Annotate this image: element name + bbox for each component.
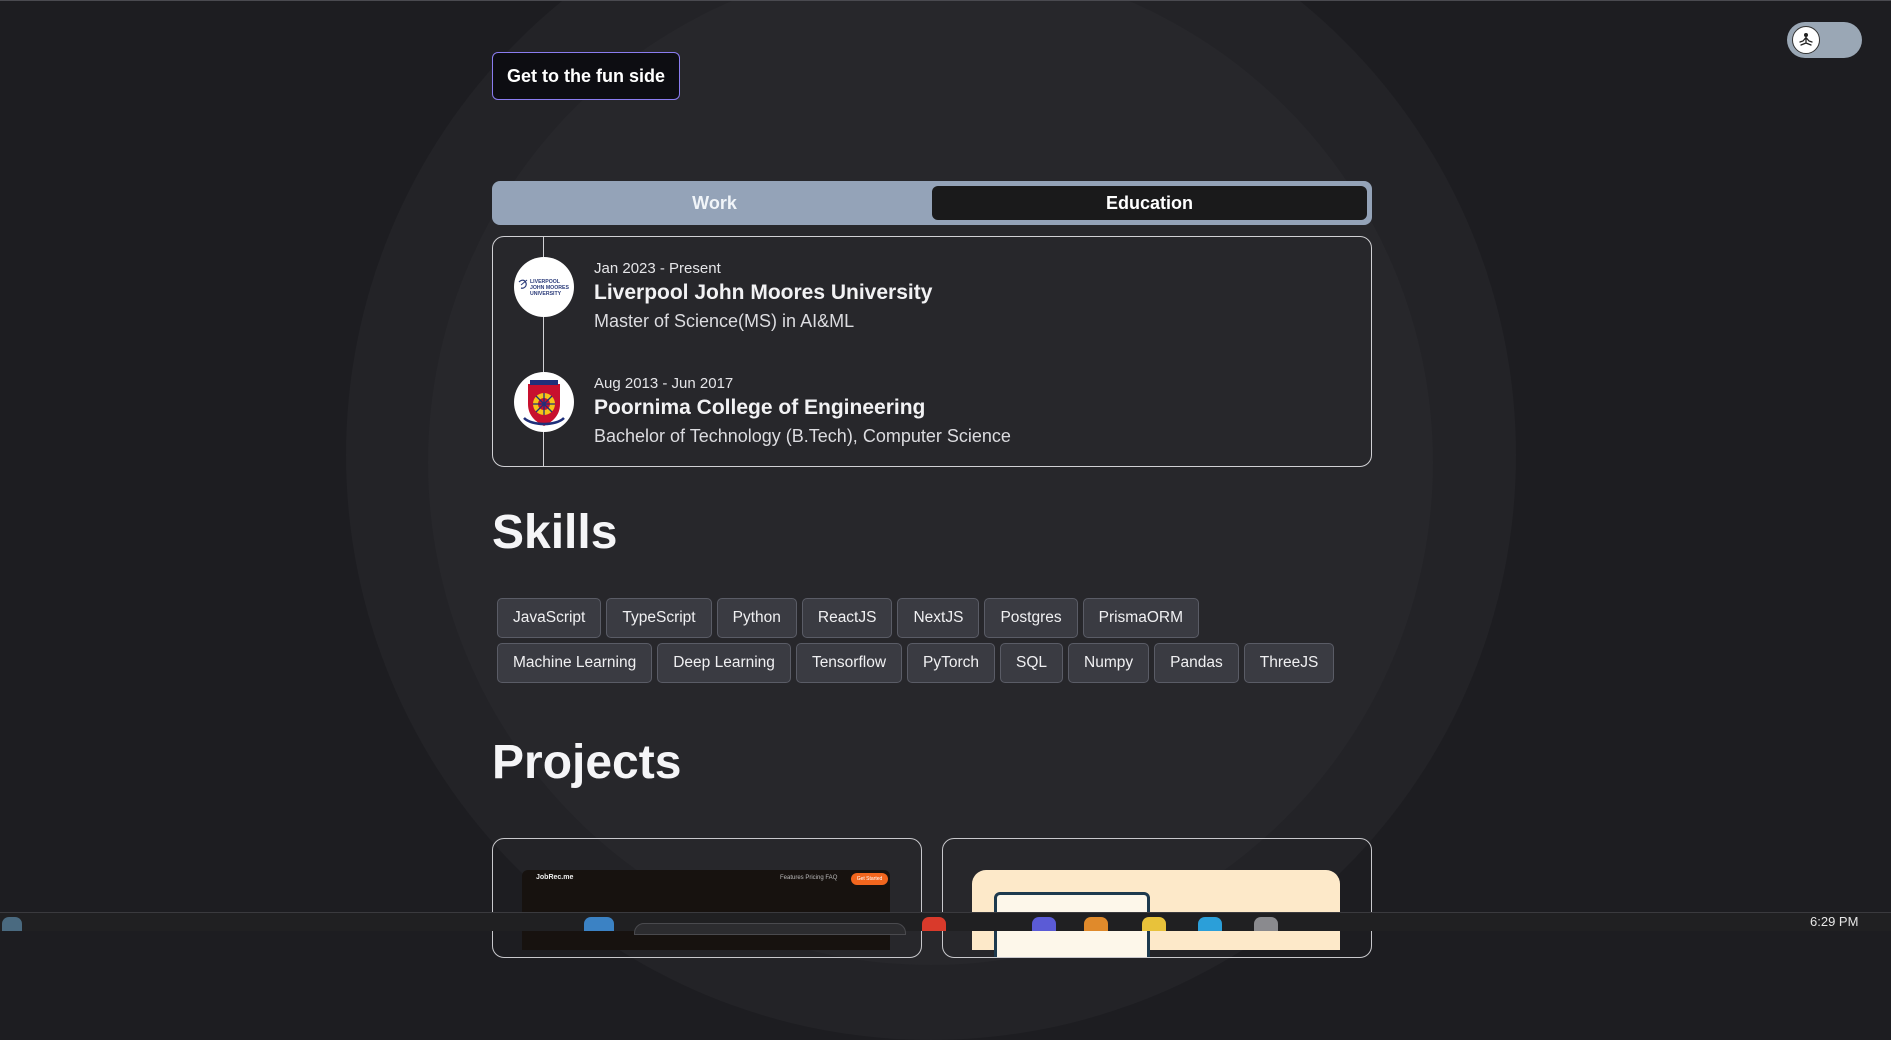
poornima-logo	[514, 372, 574, 432]
thumbnail-nav-links: Features Pricing FAQ	[780, 875, 838, 881]
app-icon[interactable]	[1084, 917, 1108, 931]
education-timeline: LIVERPOOL JOHN MOORES UNIVERSITY Jan 202…	[492, 236, 1372, 467]
ljmu-logo-text-3: UNIVERSITY	[530, 291, 562, 297]
education-entry: Aug 2013 - Jun 2017 Poornima College of …	[493, 372, 1353, 462]
skill-chip: Deep Learning	[657, 643, 791, 683]
app-icon[interactable]	[922, 917, 946, 931]
skill-chip: PyTorch	[907, 643, 996, 683]
tab-education[interactable]: Education	[932, 186, 1367, 220]
thumbnail-brand: JobRec.me	[536, 874, 574, 881]
skills-heading: Skills	[492, 506, 618, 559]
entry-school: Liverpool John Moores University	[594, 281, 933, 304]
project-thumbnail	[972, 870, 1340, 957]
entry-degree: Master of Science(MS) in AI&ML	[594, 311, 855, 331]
entry-school: Poornima College of Engineering	[594, 396, 926, 419]
thumbnail-cta: Get Started	[851, 873, 888, 885]
app-icon[interactable]	[1254, 917, 1278, 931]
entry-date: Jan 2023 - Present	[594, 260, 721, 277]
projects-heading: Projects	[492, 736, 682, 789]
skill-chip: Pandas	[1154, 643, 1239, 683]
skill-chip: NextJS	[897, 598, 980, 638]
os-taskbar: 6:29 PM	[0, 912, 1891, 935]
tab-work[interactable]: Work	[497, 186, 932, 220]
entry-degree: Bachelor of Technology (B.Tech), Compute…	[594, 426, 1011, 446]
skill-chip: ThreeJS	[1243, 643, 1335, 683]
experience-tabs: Work Education	[492, 181, 1372, 225]
skill-chip: JavaScript	[497, 598, 602, 638]
project-thumbnail: JobRec.me Features Pricing FAQ Get Start…	[522, 870, 890, 950]
background-circle-inner	[428, 0, 1433, 965]
meditation-icon	[1792, 26, 1820, 54]
skill-chip: PrismaORM	[1082, 598, 1199, 638]
skill-chip: Tensorflow	[795, 643, 903, 683]
widgets-icon[interactable]	[2, 917, 22, 931]
taskbar-clock: 6:29 PM	[1810, 914, 1859, 929]
skill-chip: Numpy	[1068, 643, 1150, 683]
skills-list: JavaScript TypeScript Python ReactJS Nex…	[497, 598, 1357, 683]
skill-chip: TypeScript	[606, 598, 712, 638]
skill-chip: ReactJS	[801, 598, 893, 638]
taskbar-search[interactable]	[634, 923, 906, 935]
project-card[interactable]	[942, 838, 1372, 958]
entry-date: Aug 2013 - Jun 2017	[594, 375, 734, 392]
skill-chip: Machine Learning	[497, 643, 653, 683]
ljmu-logo: LIVERPOOL JOHN MOORES UNIVERSITY	[514, 257, 574, 317]
chrome-icon[interactable]	[1142, 917, 1166, 931]
education-entry: LIVERPOOL JOHN MOORES UNIVERSITY Jan 202…	[493, 257, 1353, 347]
project-card[interactable]: JobRec.me Features Pricing FAQ Get Start…	[492, 838, 922, 958]
app-icon[interactable]	[1198, 917, 1222, 931]
top-divider	[0, 0, 1891, 1]
skill-chip: SQL	[1000, 643, 1064, 683]
fun-side-button[interactable]: Get to the fun side	[492, 52, 680, 100]
start-icon[interactable]	[584, 917, 614, 931]
skill-chip: Python	[716, 598, 797, 638]
theme-toggle[interactable]	[1787, 22, 1862, 58]
skill-chip: Postgres	[984, 598, 1078, 638]
app-icon[interactable]	[1032, 917, 1056, 931]
